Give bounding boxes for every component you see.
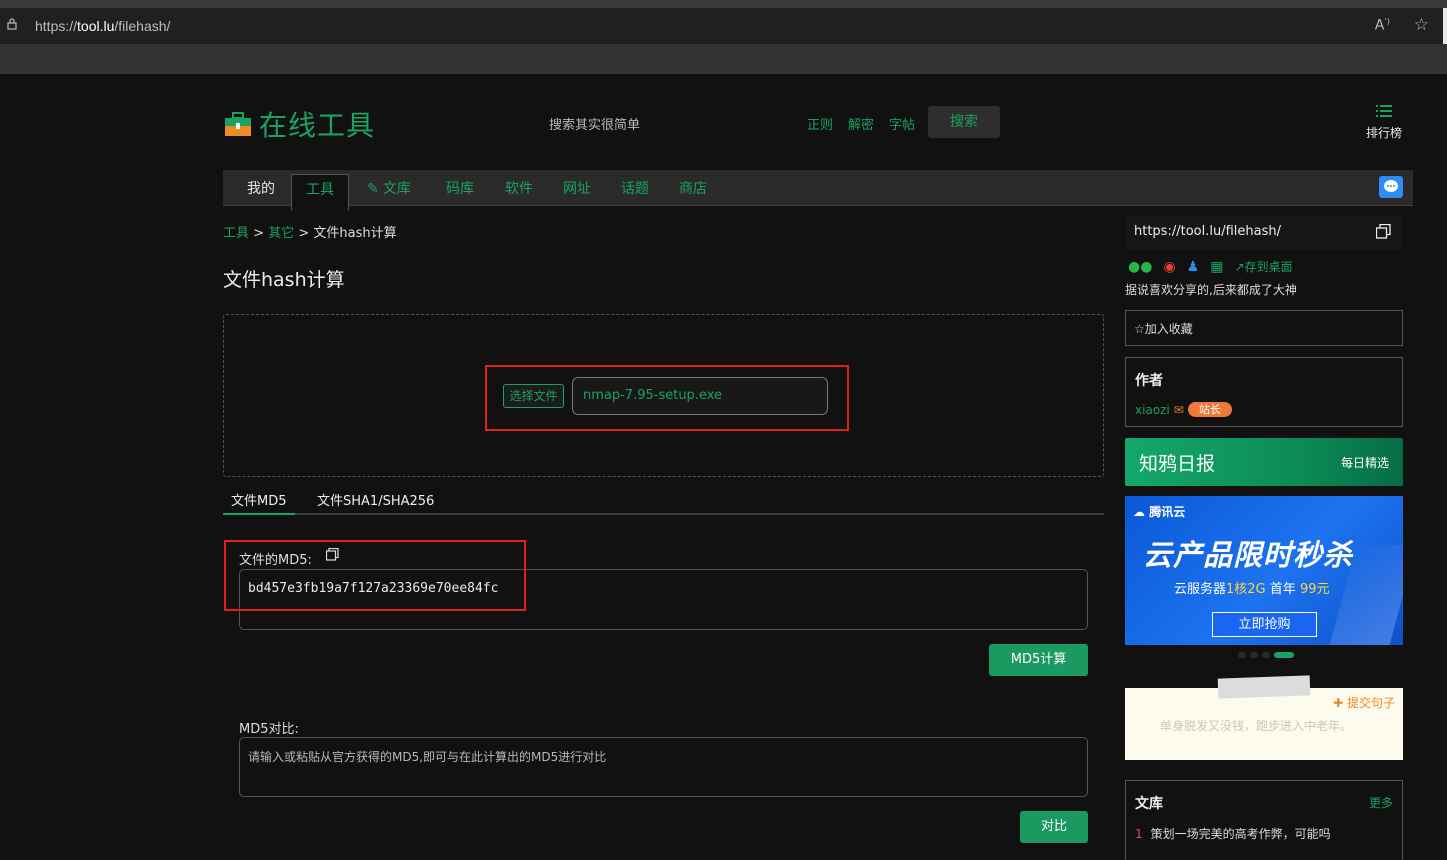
list-item-title: 策划一场完美的高考作弊，可能吗	[1150, 827, 1331, 841]
breadcrumb-current: 文件hash计算	[313, 226, 397, 241]
scrollbar	[1443, 8, 1447, 44]
star-icon: ☆	[1134, 322, 1145, 336]
address-url[interactable]: https://tool.lu/filehash/	[35, 18, 170, 34]
quote-card: ✚ 提交句子 单身脱发又没钱，跑步进入中老年。	[1125, 688, 1403, 760]
browser-address-bar[interactable]: https://tool.lu/filehash/ Aʼ) ☆	[0, 0, 1447, 44]
browser-toolbar-strip	[0, 44, 1447, 74]
share-row: ●● ◉ ♟ ▦ ↗存到桌面	[1128, 258, 1293, 275]
nav-item-library-label: 文库	[382, 181, 411, 197]
nav-item-sites[interactable]: 网址	[563, 170, 591, 206]
submit-quote-label: 提交句子	[1346, 696, 1395, 710]
compare-label: MD5对比:	[239, 722, 299, 737]
rank-label: 排行榜	[1365, 126, 1402, 140]
search-button[interactable]: 搜索	[928, 106, 1000, 138]
library-more-link[interactable]: 更多	[1369, 794, 1393, 811]
share-url: https://tool.lu/filehash/	[1134, 224, 1281, 239]
breadcrumb-tools[interactable]: 工具	[223, 226, 249, 241]
library-panel: 文库 更多 1 策划一场完美的高考作弊，可能吗	[1125, 780, 1403, 860]
author-badge: 站长	[1187, 402, 1232, 417]
ad-title: 云产品限时秒杀	[1143, 538, 1354, 572]
zhiya-sub: 每日精选	[1340, 456, 1389, 470]
author-panel: 作者 xiaozi ✉ 站长	[1125, 357, 1403, 427]
search-quick-links: 正则 解密 字帖	[807, 114, 915, 133]
lock-icon	[7, 18, 17, 30]
author-title: 作者	[1135, 373, 1163, 389]
breadcrumb-sep: >	[298, 226, 310, 241]
ad-brand: ☁ 腾讯云	[1133, 503, 1185, 520]
hash-tabs: 文件MD5 文件SHA1/SHA256	[223, 490, 1104, 515]
carousel-dot-active[interactable]	[1274, 652, 1294, 658]
tape-decoration	[1217, 675, 1311, 699]
rank-button[interactable]: 排行榜	[1362, 104, 1406, 141]
wechat-icon[interactable]: ●●	[1128, 259, 1152, 275]
ad-banner[interactable]: ☁ 腾讯云 云产品限时秒杀 云服务器1核2G 首年 99元 立即抢购	[1125, 496, 1403, 645]
carousel-dot[interactable]	[1250, 652, 1258, 658]
add-favorite-button[interactable]: ☆加入收藏	[1125, 310, 1403, 346]
highlight-box-file	[485, 365, 849, 431]
list-icon	[1376, 105, 1392, 117]
ad-subtitle: 云服务器1核2G 首年 99元	[1174, 582, 1330, 597]
qrcode-icon[interactable]: ▦	[1210, 259, 1223, 275]
save-desktop-link[interactable]: ↗存到桌面	[1234, 258, 1292, 275]
search-input[interactable]: 搜索其实很简单	[549, 114, 640, 133]
md5-calc-button[interactable]: MD5计算	[989, 644, 1088, 676]
read-aloud-icon[interactable]: Aʼ)	[1375, 17, 1390, 34]
nav-item-library[interactable]: ✎ 文库	[367, 170, 411, 206]
share-url-box: https://tool.lu/filehash/	[1125, 216, 1403, 250]
list-item-number: 1	[1135, 827, 1143, 841]
feather-icon: ✎	[367, 181, 379, 197]
nav-item-codebase[interactable]: 码库	[446, 170, 474, 206]
quick-link-decrypt[interactable]: 解密	[848, 114, 874, 133]
nav-item-topics[interactable]: 话题	[621, 170, 649, 206]
author-name[interactable]: xiaozi	[1135, 403, 1170, 417]
page-title: 文件hash计算	[223, 269, 345, 291]
library-title: 文库	[1135, 796, 1163, 812]
weibo-icon[interactable]: ◉	[1163, 259, 1175, 275]
quick-link-regex[interactable]: 正则	[807, 114, 833, 133]
compare-input[interactable]: 请输入或粘贴从官方获得的MD5,即可与在此计算出的MD5进行对比	[239, 737, 1088, 797]
zhiya-daily-banner[interactable]: 知鸦日报 每日精选	[1125, 438, 1403, 486]
share-tip: 据说喜欢分享的,后来都成了大神	[1125, 283, 1297, 297]
logo-text: 在线工具	[259, 109, 376, 142]
list-item[interactable]: 1 策划一场完美的高考作弊，可能吗	[1135, 825, 1393, 842]
nav-item-software[interactable]: 软件	[505, 170, 533, 206]
ad-buy-button[interactable]: 立即抢购	[1212, 612, 1317, 637]
ad-brand-label: 腾讯云	[1149, 505, 1186, 519]
compare-button[interactable]: 对比	[1020, 811, 1088, 843]
tab-sha[interactable]: 文件SHA1/SHA256	[317, 490, 434, 515]
breadcrumb-sep: >	[253, 226, 265, 241]
mail-icon[interactable]: ✉	[1174, 403, 1184, 417]
add-favorite-label: 加入收藏	[1144, 322, 1193, 336]
plus-icon: ✚	[1333, 696, 1344, 710]
submit-quote-link[interactable]: ✚ 提交句子	[1333, 694, 1395, 711]
nav-item-mine[interactable]: 我的	[247, 170, 275, 206]
breadcrumb-other[interactable]: 其它	[268, 226, 294, 241]
carousel-dot[interactable]	[1238, 652, 1246, 658]
chat-icon[interactable]	[1379, 176, 1403, 198]
highlight-box-md5	[224, 540, 526, 611]
shortcut-icon: ↗	[1234, 260, 1245, 274]
tab-md5[interactable]: 文件MD5	[223, 490, 295, 515]
carousel-dot[interactable]	[1262, 652, 1270, 658]
copy-url-icon[interactable]	[1376, 224, 1391, 239]
main-nav: 我的 工具 ✎ 文库 码库 软件 网址 话题 商店	[223, 170, 1413, 211]
favorite-star-icon[interactable]: ☆	[1414, 15, 1429, 35]
site-logo[interactable]: 在线工具	[224, 104, 375, 144]
carousel-dots	[1238, 652, 1294, 658]
breadcrumb: 工具 > 其它 > 文件hash计算	[223, 222, 397, 241]
cloud-icon: ☁	[1133, 505, 1145, 519]
toolbox-icon	[224, 110, 252, 138]
zhiya-title: 知鸦日报	[1139, 453, 1216, 475]
quote-text: 单身脱发又没钱，跑步进入中老年。	[1160, 719, 1353, 733]
nav-item-shop[interactable]: 商店	[679, 170, 707, 206]
save-desktop-label: 存到桌面	[1244, 260, 1293, 274]
nav-item-tools[interactable]: 工具	[291, 174, 349, 211]
qq-icon[interactable]: ♟	[1187, 259, 1200, 275]
quick-link-copybook[interactable]: 字帖	[889, 114, 915, 133]
